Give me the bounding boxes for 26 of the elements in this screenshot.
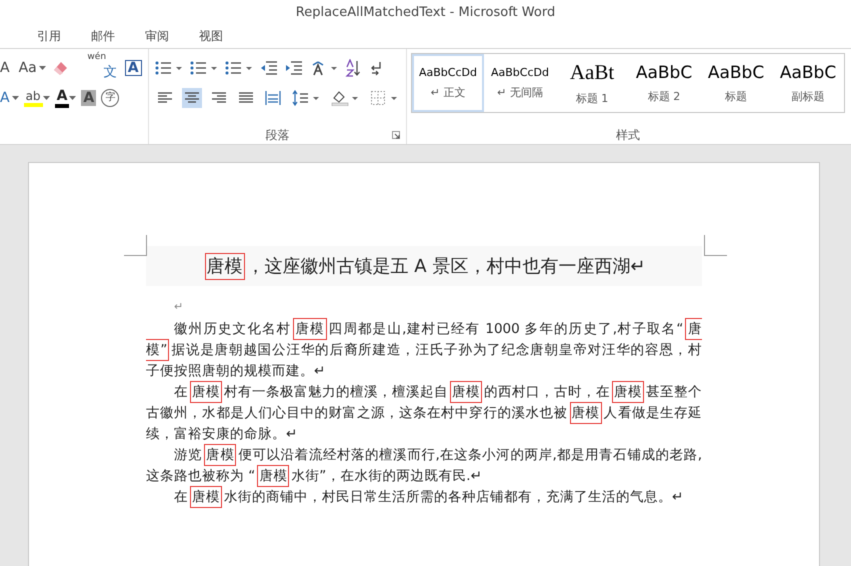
highlight-button[interactable]: ab	[24, 89, 43, 107]
style-option[interactable]: AaBbC 标题 2	[628, 54, 700, 112]
ribbon-tab[interactable]: 引用	[22, 25, 76, 48]
ribbon-tab[interactable]: 审阅	[130, 25, 184, 48]
ribbon-tab[interactable]: 视图	[184, 25, 238, 48]
phonetic-guide-button[interactable]: wén 文	[74, 52, 120, 84]
character-shading-button[interactable]: A	[81, 90, 96, 106]
body-paragraph: 游览 唐模 便可以沿着流经村落的檀溪而行,在这条小河的两岸,都是用青石铺成的老路,这条路也被称为 “ 唐模 水街”，在水街的两边既有民.↵	[146, 445, 702, 487]
style-option[interactable]: AaBbCcDd ↵ 无间隔	[484, 54, 556, 112]
body-paragraph: 在 唐模 水街的商铺中，村民日常生活所需的各种店铺都有，充满了生活的气息。↵	[146, 487, 702, 508]
document-heading: 唐模 ，这座徽州古镇是五 A 景区，村中也有一座西湖↵	[146, 246, 702, 286]
window-title: ReplaceAllMatchedText - Microsoft Word	[296, 5, 556, 20]
character-border-button[interactable]: A	[124, 60, 142, 76]
change-case-button[interactable]: Aa	[16, 60, 39, 76]
grow-font-button[interactable]: A	[0, 60, 12, 76]
text-effects-button[interactable]: A	[0, 90, 12, 106]
body-paragraph: 在 唐模 村有一条极富魅力的檀溪，檀溪起自 唐模 的西村口，古时，在 唐模 甚至整个古徽州，水都是人们心目中的财富之源，这条在村中穿行的溪水也被 唐模 人看做是生存延续，富裕安康的命脉。↵	[146, 382, 702, 445]
enclose-character-button[interactable]: 字	[101, 89, 120, 107]
style-option[interactable]: AaBbCcDd ↵ 正文	[412, 54, 484, 112]
style-option[interactable]: AaBt 标题 1	[556, 54, 628, 112]
group-label: 段落	[265, 126, 290, 144]
empty-paragraph: ↵	[173, 300, 184, 313]
ribbon-tab[interactable]: 邮件	[76, 25, 130, 48]
style-option[interactable]: AaBbC 副标题	[772, 54, 844, 112]
style-option[interactable]: AaBbC 标题	[700, 54, 772, 112]
group-label: 样式	[616, 126, 640, 144]
